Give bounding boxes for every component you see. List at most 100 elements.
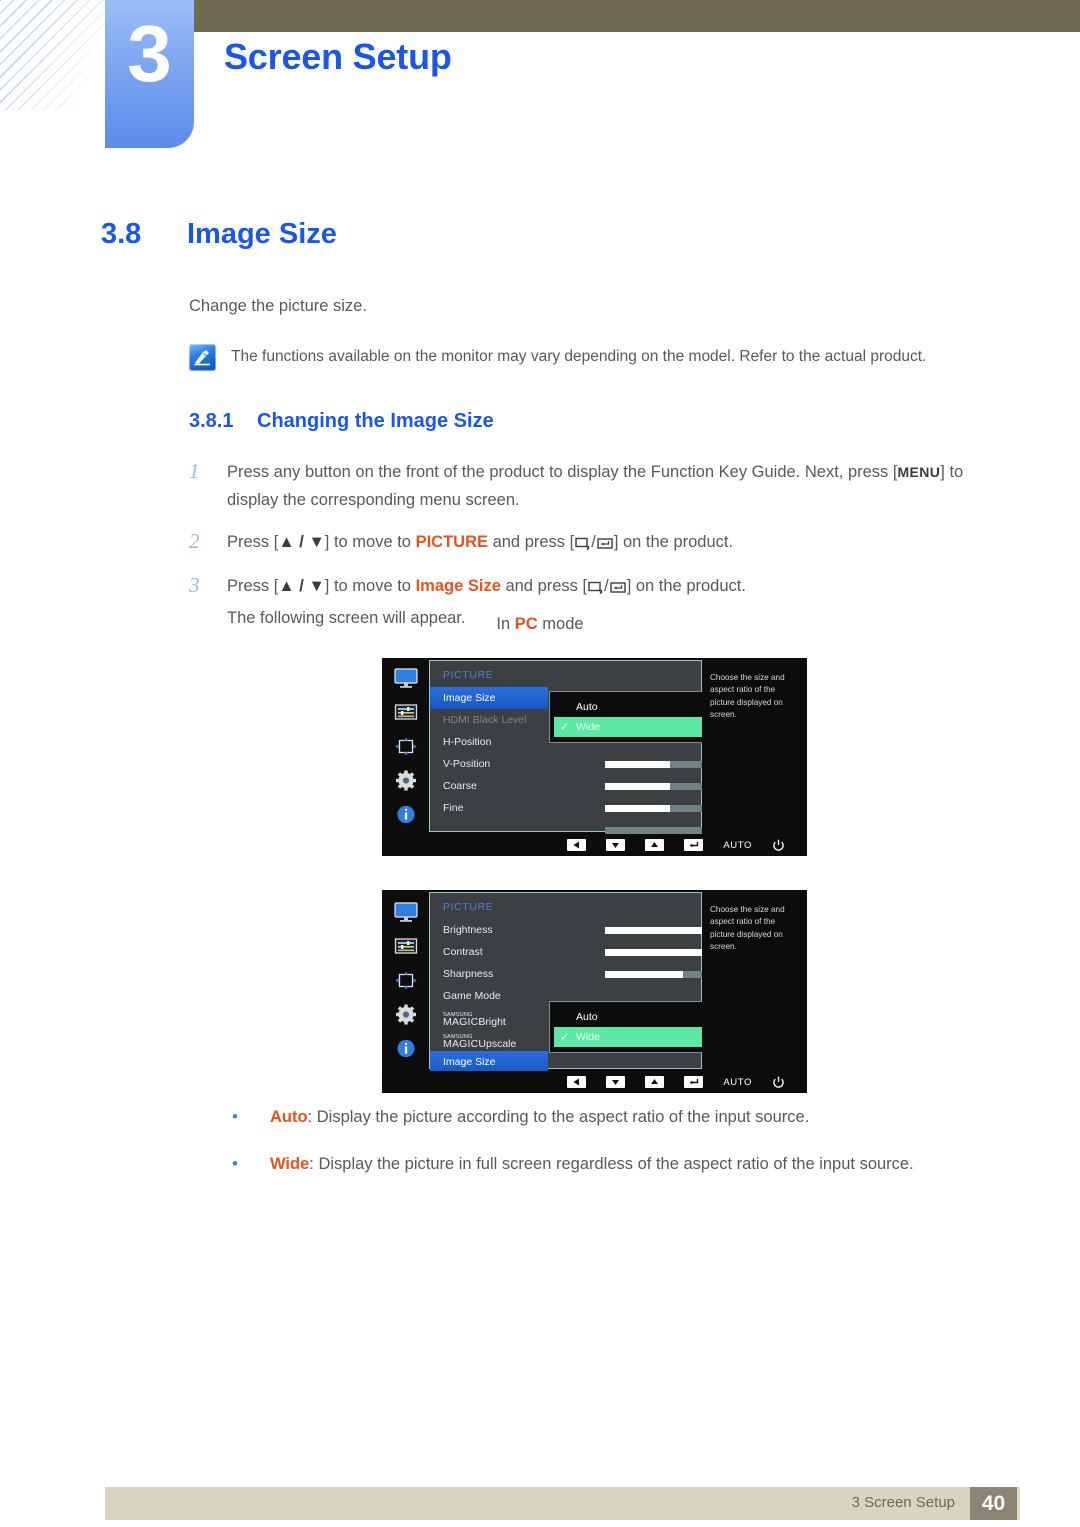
footer-label: 3 Screen Setup bbox=[851, 1494, 955, 1511]
gear-icon[interactable] bbox=[393, 1004, 419, 1025]
step-target-label: PICTURE bbox=[415, 532, 488, 551]
note-text: The functions available on the monitor m… bbox=[231, 348, 927, 365]
enter-key-icon bbox=[609, 575, 626, 603]
chapter-title: Screen Setup bbox=[224, 36, 452, 77]
osd-row-image-size[interactable]: Image Size bbox=[430, 687, 548, 709]
note-block: The functions available on the monitor m… bbox=[189, 344, 1009, 371]
down-triangle-icon[interactable] bbox=[606, 1076, 626, 1088]
options-bullet-list: • Auto: Display the picture according to… bbox=[232, 1107, 1002, 1202]
osd-key-bar: AUTO bbox=[382, 834, 807, 856]
bullet-desc: : Display the picture according to the a… bbox=[307, 1108, 810, 1126]
osd-row-label: HDMI Black Level bbox=[443, 714, 527, 726]
menu-key-label: MENU bbox=[897, 464, 941, 480]
step-text-d: ] on the product. bbox=[626, 577, 746, 596]
picture-settings-icon[interactable] bbox=[393, 936, 419, 957]
bullet-desc: : Display the picture in full screen reg… bbox=[309, 1154, 914, 1173]
step-text-c: and press [ bbox=[500, 577, 588, 596]
mode-caption-prefix: In bbox=[496, 615, 515, 633]
osd-row-coarse[interactable]: Coarse 50 bbox=[430, 775, 791, 797]
auto-key-label[interactable]: AUTO bbox=[723, 840, 752, 851]
monitor-icon[interactable] bbox=[393, 902, 419, 923]
osd-row-suffix: Upscale bbox=[478, 1038, 517, 1051]
header-olive-bar bbox=[193, 0, 1080, 32]
osd-row-label: V-Position bbox=[443, 758, 491, 770]
osd-row-image-size[interactable]: Image Size bbox=[430, 1051, 548, 1073]
up-triangle-icon[interactable] bbox=[645, 839, 665, 851]
bullet-term: Wide bbox=[270, 1154, 310, 1173]
bullet-text: Auto: Display the picture according to t… bbox=[270, 1108, 809, 1128]
osd-row-contrast[interactable]: Contrast 75 bbox=[430, 941, 791, 963]
info-icon[interactable] bbox=[393, 804, 419, 825]
page-number: 40 bbox=[970, 1487, 1017, 1520]
osd-help-text: Choose the size and aspect ratio of the … bbox=[702, 890, 807, 1071]
mode-caption: In PC mode bbox=[0, 615, 1080, 634]
osd-screenshot-pc: PICTURE Image Size HDMI Black Level H-Po… bbox=[382, 658, 807, 856]
osd-row-fine[interactable]: Fine 2200 bbox=[430, 797, 791, 819]
step-text: Press any button on the front of the pro… bbox=[227, 458, 1001, 515]
osd-icon-rail bbox=[382, 658, 429, 834]
enter-arrow-icon[interactable] bbox=[684, 839, 704, 851]
osd-dropdown-option-auto[interactable]: Auto bbox=[554, 697, 702, 717]
power-icon[interactable] bbox=[772, 839, 785, 852]
osd-dropdown-option-wide[interactable]: Wide bbox=[554, 1027, 702, 1047]
step-text-b: ] to move to bbox=[324, 577, 416, 596]
osd-dropdown-image-size: Auto Wide bbox=[549, 1001, 707, 1053]
osd-menu-title: PICTURE bbox=[443, 669, 494, 681]
chapter-tab: 3 bbox=[105, 0, 194, 148]
osd-help-text: Choose the size and aspect ratio of the … bbox=[702, 658, 807, 834]
down-triangle-icon[interactable] bbox=[606, 839, 626, 851]
osd-dropdown-option-label: Wide bbox=[576, 721, 600, 733]
bullet-text: Wide: Display the picture in full screen… bbox=[270, 1155, 914, 1175]
osd-screenshot-picture-menu: PICTURE Brightness 100 Contrast 75 Sharp… bbox=[382, 890, 807, 1093]
osd-dropdown-option-label: Wide bbox=[576, 1031, 600, 1043]
osd-icon-rail bbox=[382, 890, 429, 1071]
step-text-b: ] to move to bbox=[324, 532, 416, 551]
osd-body: PICTURE Brightness 100 Contrast 75 Sharp… bbox=[382, 890, 807, 1073]
step-target-label: Image Size bbox=[415, 577, 501, 596]
osd-row-v-position[interactable]: V-Position 50 bbox=[430, 753, 791, 775]
chapter-number: 3 bbox=[127, 9, 172, 98]
auto-key-label[interactable]: AUTO bbox=[723, 1077, 752, 1088]
step-text: Press [▲ / ▼] to move to PICTURE and pre… bbox=[227, 528, 733, 559]
page: 3 Screen Setup 3.8 Image Size Change the… bbox=[0, 0, 1080, 1527]
monitor-icon[interactable] bbox=[393, 667, 419, 689]
step-text-a: Press any button on the front of the pro… bbox=[227, 463, 898, 481]
position-arrows-icon[interactable] bbox=[393, 970, 419, 991]
osd-dropdown-option-wide[interactable]: Wide bbox=[554, 717, 702, 737]
picture-settings-icon[interactable] bbox=[393, 702, 419, 723]
osd-dropdown-image-size: Auto Wide bbox=[549, 691, 707, 743]
up-triangle-icon[interactable] bbox=[645, 1076, 665, 1088]
left-triangle-icon[interactable] bbox=[567, 1076, 587, 1088]
osd-row-sharpness[interactable]: Sharpness 60 bbox=[430, 963, 791, 985]
source-key-icon bbox=[575, 531, 590, 559]
header-hatch-decoration bbox=[0, 0, 118, 110]
section-number: 3.8 bbox=[101, 218, 142, 250]
osd-row-label: Brightness bbox=[443, 924, 493, 936]
osd-row-label: Sharpness bbox=[443, 968, 494, 980]
osd-row-brightness[interactable]: Brightness 100 bbox=[430, 919, 791, 941]
step-number: 2 bbox=[189, 528, 200, 553]
osd-row-suffix: Bright bbox=[478, 1016, 506, 1029]
enter-arrow-icon[interactable] bbox=[684, 1076, 704, 1088]
osd-dropdown-option-auto[interactable]: Auto bbox=[554, 1007, 702, 1027]
osd-row-label: SAMSUNG MAGIC Bright bbox=[443, 1008, 506, 1028]
osd-row-label: Image Size bbox=[443, 692, 496, 704]
info-icon[interactable] bbox=[393, 1038, 419, 1059]
power-icon[interactable] bbox=[772, 1076, 785, 1089]
subsection-title: Changing the Image Size bbox=[257, 410, 494, 432]
page-title: Image Size bbox=[187, 218, 337, 250]
mode-name: PC bbox=[514, 615, 538, 633]
osd-row-label: H-Position bbox=[443, 736, 492, 748]
osd-row-label: Fine bbox=[443, 802, 464, 814]
osd-row-label: SAMSUNG MAGIC Upscale bbox=[443, 1030, 516, 1050]
bullet-dot-icon: • bbox=[232, 1153, 238, 1173]
step-number: 1 bbox=[189, 459, 200, 483]
mode-caption-suffix: mode bbox=[537, 615, 584, 633]
step-text-d: ] on the product. bbox=[613, 532, 734, 551]
left-triangle-icon[interactable] bbox=[567, 839, 587, 851]
osd-menu-title: PICTURE bbox=[443, 901, 494, 913]
key-sep: / bbox=[591, 532, 596, 551]
gear-icon[interactable] bbox=[393, 770, 419, 791]
position-arrows-icon[interactable] bbox=[393, 736, 419, 757]
osd-row-label: Coarse bbox=[443, 780, 477, 792]
